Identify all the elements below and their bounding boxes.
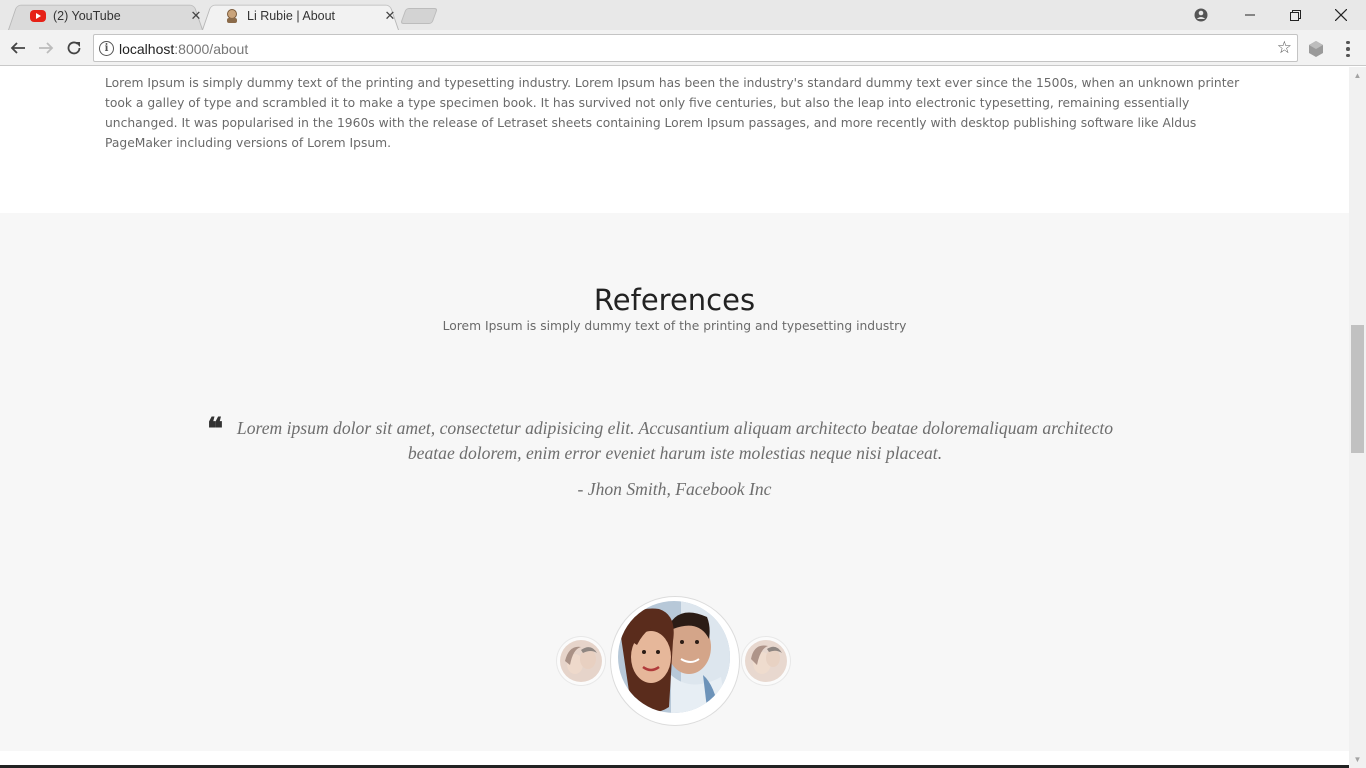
scroll-down-arrow-icon[interactable]: ▼ — [1349, 751, 1366, 768]
references-subtitle: Lorem Ipsum is simply dummy text of the … — [442, 319, 907, 333]
quote-icon: ❝ — [207, 412, 224, 447]
references-section: References Lorem Ipsum is simply dummy t… — [0, 213, 1349, 751]
page-scrollbar[interactable]: ▲ ▼ — [1349, 67, 1366, 768]
reload-button[interactable] — [60, 34, 88, 62]
arrow-left-icon — [10, 42, 25, 54]
bookmark-star-icon[interactable]: ☆ — [1277, 39, 1292, 57]
avatar-next[interactable] — [742, 637, 790, 685]
new-tab-button[interactable] — [400, 8, 438, 24]
restore-button[interactable] — [1272, 0, 1318, 30]
back-button[interactable] — [4, 34, 32, 62]
avatar-prev[interactable] — [557, 637, 605, 685]
testimonial-quote: Lorem ipsum dolor sit amet, consectetur … — [236, 418, 1114, 463]
browser-menu-icon[interactable] — [1339, 38, 1357, 60]
reload-icon — [67, 41, 81, 55]
site-favicon — [224, 8, 240, 24]
page-bottom-edge — [0, 751, 1349, 768]
avatar-active[interactable] — [611, 597, 739, 725]
minimize-button[interactable] — [1227, 0, 1273, 30]
about-paragraph: Lorem Ipsum is simply dummy text of the … — [105, 76, 1240, 150]
info-icon[interactable]: i — [99, 41, 114, 56]
scroll-up-arrow-icon[interactable]: ▲ — [1349, 67, 1366, 84]
close-tab-icon[interactable]: ✕ — [189, 8, 203, 23]
youtube-icon — [30, 10, 46, 22]
testimonial-author: - Jhon Smith, Facebook Inc — [577, 479, 772, 499]
close-tab-icon[interactable]: ✕ — [383, 8, 397, 23]
url-text: localhost:8000/about — [119, 41, 249, 57]
arrow-right-icon — [39, 42, 54, 54]
tab-about[interactable]: Li Rubie | About ✕ — [202, 2, 399, 30]
profile-icon[interactable] — [1178, 0, 1224, 30]
extension-icon[interactable] — [1307, 40, 1325, 58]
browser-tab-bar: (2) YouTube ✕ Li Rubie | About ✕ — [0, 0, 1366, 30]
references-title: References — [593, 283, 756, 317]
close-window-button[interactable] — [1318, 0, 1364, 30]
forward-button[interactable] — [32, 34, 60, 62]
page-viewport: Lorem Ipsum is simply dummy text of the … — [0, 67, 1349, 751]
address-bar[interactable]: i localhost:8000/about ☆ — [93, 34, 1298, 62]
tab-title: Li Rubie | About — [247, 9, 336, 23]
tab-title: (2) YouTube — [53, 9, 121, 23]
tab-youtube[interactable]: (2) YouTube ✕ — [8, 2, 203, 30]
browser-toolbar: i localhost:8000/about ☆ — [0, 30, 1366, 66]
scrollbar-thumb[interactable] — [1351, 325, 1364, 453]
